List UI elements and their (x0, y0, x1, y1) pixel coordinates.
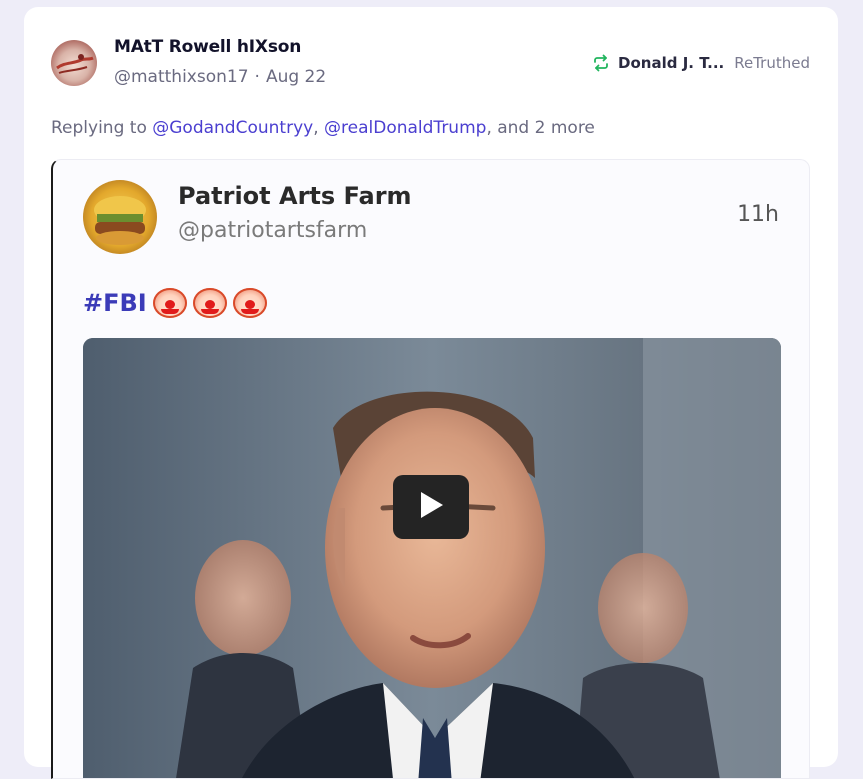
embedded-time: 11h (737, 202, 779, 227)
mention-comma: , (313, 118, 319, 138)
retruth-indicator: Donald J. T... ReTruthed (592, 54, 810, 72)
clown-emoji-icon (232, 288, 267, 318)
embedded-avatar (83, 180, 157, 254)
user-avatar[interactable] (51, 40, 97, 86)
clown-emoji-icon (192, 288, 227, 318)
embedded-post-text: #FBI (83, 288, 267, 318)
post-date[interactable]: Aug 22 (266, 67, 326, 87)
display-name[interactable]: MAtT Rowell hIXson (114, 37, 301, 57)
handle-date-line: @matthixson17 · Aug 22 (114, 67, 326, 87)
embedded-handle: @patriotartsfarm (178, 218, 368, 243)
mention-link[interactable]: @GodandCountryy (152, 118, 313, 138)
retruth-arrows-icon (592, 54, 610, 72)
user-handle[interactable]: @matthixson17 (114, 67, 249, 87)
post-card[interactable]: MAtT Rowell hIXson @matthixson17 · Aug 2… (24, 7, 838, 779)
mention-link[interactable]: @realDonaldTrump (324, 118, 486, 138)
retruthed-label: ReTruthed (734, 54, 810, 72)
video-thumbnail[interactable] (83, 338, 781, 778)
embedded-media[interactable]: Patriot Arts Farm @patriotartsfarm 11h #… (51, 159, 810, 779)
reply-suffix[interactable]: , and 2 more (486, 118, 594, 138)
hashtag: #FBI (83, 289, 147, 317)
embedded-display-name: Patriot Arts Farm (178, 182, 412, 210)
reply-prefix: Replying to (51, 118, 147, 138)
play-icon (417, 490, 445, 524)
separator-dot: · (254, 67, 260, 87)
reply-context: Replying to @GodandCountryy, @realDonald… (51, 118, 595, 138)
retruthed-by-name[interactable]: Donald J. T... (618, 54, 724, 72)
clown-emoji-icon (152, 288, 187, 318)
play-button[interactable] (393, 475, 469, 539)
